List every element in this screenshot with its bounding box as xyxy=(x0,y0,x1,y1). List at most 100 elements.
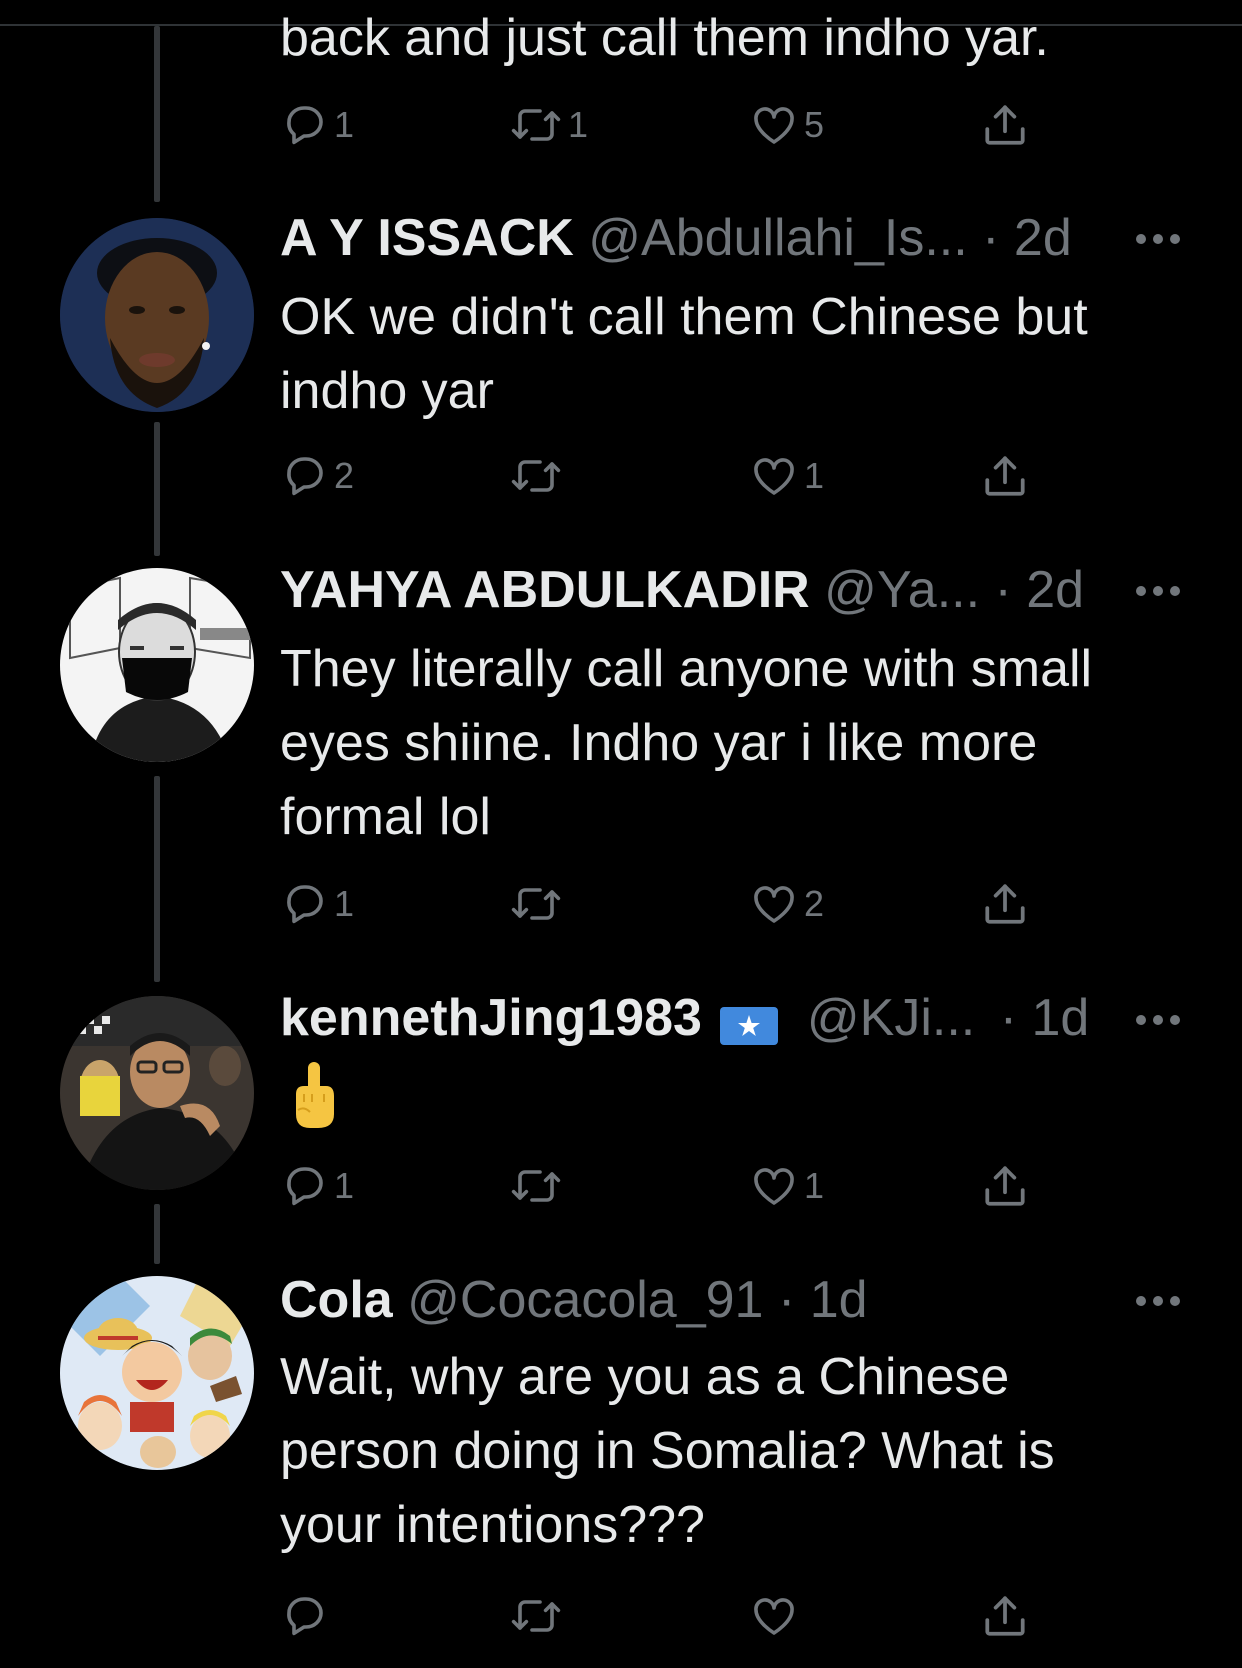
tweet-text-line: your intentions??? xyxy=(280,1496,705,1554)
retweet-button[interactable] xyxy=(510,1586,568,1646)
retweet-icon xyxy=(511,888,561,920)
tweet-text: Wait, why are you as a Chinese person do… xyxy=(280,1340,1190,1562)
retweet-icon xyxy=(511,460,561,492)
share-button[interactable] xyxy=(980,1156,1030,1216)
retweet-icon xyxy=(511,109,561,141)
timestamp[interactable]: 2d xyxy=(1026,561,1084,619)
tweet-text-line: indho yar xyxy=(280,362,494,420)
like-button[interactable]: 2 xyxy=(750,874,824,934)
share-icon xyxy=(985,884,1025,924)
avatar[interactable] xyxy=(60,1276,254,1470)
reply-count: 1 xyxy=(334,1165,355,1206)
like-button[interactable]: 1 xyxy=(750,1156,824,1216)
reply-icon xyxy=(287,457,323,496)
user-handle[interactable]: @Abdullahi_Is... xyxy=(588,209,967,267)
timestamp[interactable]: 2d xyxy=(1014,209,1072,267)
more-options-button[interactable] xyxy=(1136,586,1180,598)
like-button[interactable]: 1 xyxy=(750,446,824,506)
retweet-button[interactable] xyxy=(510,1156,568,1216)
timestamp[interactable]: 1d xyxy=(810,1271,868,1329)
user-handle[interactable]: @Cocacola_91 xyxy=(407,1271,763,1329)
reply-button[interactable]: 2 xyxy=(280,446,354,506)
timestamp[interactable]: 1d xyxy=(1031,989,1089,1047)
user-handle[interactable]: @KJi... xyxy=(807,989,975,1047)
display-name[interactable]: A Y ISSACK xyxy=(280,209,574,267)
tweet-header: YAHYA ABDULKADIR @Ya... · 2d xyxy=(280,560,1084,620)
reply-icon xyxy=(287,885,323,924)
reply-button[interactable]: 1 xyxy=(280,874,354,934)
retweet-icon xyxy=(511,1600,561,1632)
tweet-text-line: Wait, why are you as a Chinese xyxy=(280,1348,1010,1406)
like-icon xyxy=(754,458,794,495)
reply-count: 2 xyxy=(334,455,355,496)
reply-count: 1 xyxy=(334,883,355,924)
tweet-text: They literally call anyone with small ey… xyxy=(280,632,1190,854)
tweet-actions xyxy=(280,1586,1060,1646)
separator-dot: · xyxy=(982,209,1000,267)
retweet-icon xyxy=(511,1170,561,1202)
reply-button[interactable]: 1 xyxy=(280,95,354,155)
tweet-header: kennethJing1983 @KJi... · 1d xyxy=(280,988,1089,1048)
avatar[interactable] xyxy=(60,218,254,412)
separator-dot: · xyxy=(994,561,1012,619)
tweet-text: OK we didn't call them Chinese but indho… xyxy=(280,280,1190,428)
tweet-header: A Y ISSACK @Abdullahi_Is... · 2d xyxy=(280,208,1072,268)
tweet-header: Cola @Cocacola_91 · 1d xyxy=(280,1270,868,1330)
reply-icon xyxy=(287,1597,323,1636)
avatar[interactable] xyxy=(60,568,254,762)
like-button[interactable] xyxy=(750,1586,804,1646)
like-icon xyxy=(754,107,794,144)
more-options-button[interactable] xyxy=(1136,1015,1180,1027)
like-icon xyxy=(754,1168,794,1205)
like-icon xyxy=(754,886,794,923)
thread-line xyxy=(154,776,160,982)
tweet-text-line: OK we didn't call them Chinese but xyxy=(280,288,1088,346)
tweet-text: back and just call them indho yar. xyxy=(280,9,1049,67)
avatar[interactable] xyxy=(60,996,254,1190)
share-button[interactable] xyxy=(980,446,1030,506)
more-options-button[interactable] xyxy=(1136,234,1180,246)
tweet-text-line: eyes shiine. Indho yar i like more xyxy=(280,714,1038,772)
like-count: 5 xyxy=(804,104,825,145)
like-button[interactable]: 5 xyxy=(750,95,824,155)
display-name[interactable]: YAHYA ABDULKADIR xyxy=(280,561,810,619)
share-button[interactable] xyxy=(980,95,1030,155)
like-icon xyxy=(754,1598,794,1635)
retweet-button[interactable] xyxy=(510,446,568,506)
retweet-button[interactable]: 1 xyxy=(510,95,588,155)
share-icon xyxy=(985,1166,1025,1206)
tweet-actions: 1 2 xyxy=(280,874,1060,934)
tweet-text-line: They literally call anyone with small xyxy=(280,640,1093,698)
retweet-button[interactable] xyxy=(510,874,568,934)
like-count: 1 xyxy=(804,1165,825,1206)
tweet-actions: 1 1 5 xyxy=(280,95,1060,155)
user-handle[interactable]: @Ya... xyxy=(824,561,980,619)
separator-dot: · xyxy=(777,1271,796,1329)
retweet-count: 1 xyxy=(568,104,589,145)
like-count: 2 xyxy=(804,883,825,924)
share-icon xyxy=(985,1596,1025,1636)
reply-count: 1 xyxy=(334,104,355,145)
more-options-button[interactable] xyxy=(1136,1296,1180,1308)
display-name[interactable]: Cola xyxy=(280,1271,393,1329)
middle-finger-emoji xyxy=(290,1060,340,1130)
separator-dot: · xyxy=(999,989,1018,1047)
reply-icon xyxy=(287,106,323,145)
tweet-text-line: formal lol xyxy=(280,788,491,846)
reply-icon xyxy=(287,1167,323,1206)
share-icon xyxy=(985,456,1025,496)
share-button[interactable] xyxy=(980,1586,1030,1646)
somalia-flag-icon xyxy=(720,998,779,1046)
thread-line xyxy=(154,26,160,202)
thread-line xyxy=(154,1204,160,1264)
tweet-text-line: person doing in Somalia? What is xyxy=(280,1422,1055,1480)
like-count: 1 xyxy=(804,455,825,496)
share-button[interactable] xyxy=(980,874,1030,934)
reply-button[interactable] xyxy=(280,1586,334,1646)
tweet-actions: 2 1 xyxy=(280,446,1060,506)
display-name[interactable]: kennethJing1983 xyxy=(280,989,702,1047)
tweet-actions: 1 1 xyxy=(280,1156,1060,1216)
reply-button[interactable]: 1 xyxy=(280,1156,354,1216)
share-icon xyxy=(985,105,1025,145)
thread-line xyxy=(154,422,160,556)
